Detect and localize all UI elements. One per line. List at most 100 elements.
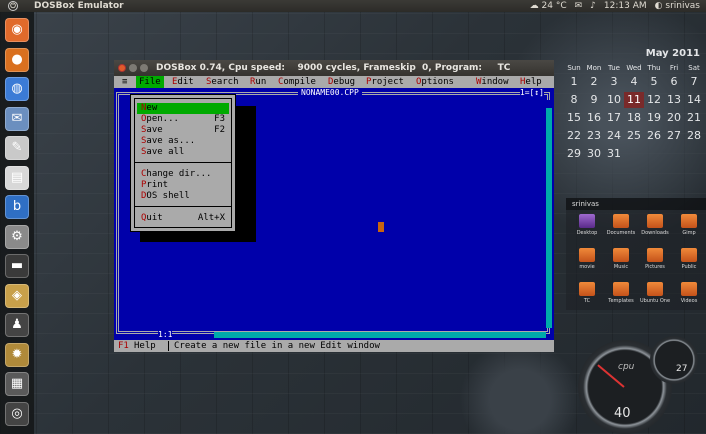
window-number[interactable]: 1=[↕] (519, 88, 544, 97)
launcher-item[interactable]: ⚙ (5, 224, 29, 249)
dosbox-titlebar[interactable]: DOSBox 0.74, Cpu speed: 9000 cycles, Fra… (114, 60, 554, 76)
launcher-item[interactable]: ✹ (5, 342, 29, 367)
horizontal-scrollbar[interactable] (214, 332, 546, 338)
calendar-day[interactable]: 24 (604, 128, 624, 144)
calendar-day[interactable]: 13 (664, 92, 684, 108)
calendar-day[interactable]: 19 (644, 110, 664, 126)
scroll-thumb[interactable] (546, 100, 552, 108)
calendar-day[interactable]: 16 (584, 110, 604, 126)
calendar-day[interactable]: 31 (604, 146, 624, 162)
folder-item[interactable]: Downloads (638, 214, 672, 244)
menu-options[interactable]: Options (416, 76, 454, 88)
help-hint[interactable]: Help (134, 340, 156, 352)
calendar-day[interactable]: 3 (604, 74, 624, 90)
folder-icon (681, 248, 697, 262)
folder-item[interactable]: Videos (672, 282, 706, 312)
calendar-day[interactable]: 2 (584, 74, 604, 90)
file-menu-dropdown: New Open... F3 Save F2 Save as... Save all Chan… (130, 94, 236, 232)
menu-run[interactable]: Run (250, 76, 266, 88)
folder-icon (647, 248, 663, 262)
launcher-item[interactable]: ▬ (5, 254, 29, 278)
close-button[interactable] (118, 64, 126, 72)
folder-label: Desktop (576, 230, 598, 236)
system-menu-icon[interactable]: ≡ (122, 76, 127, 88)
mail-icon[interactable]: ✉ (575, 0, 583, 12)
calendar-day[interactable]: 5 (644, 74, 664, 90)
launcher-item[interactable]: ◈ (5, 283, 29, 308)
volume-icon[interactable]: ♪ (590, 0, 596, 12)
weather-indicator[interactable]: ☁ 24 °C (530, 0, 567, 12)
file-menu-item-label: Save (141, 125, 163, 135)
menu-file[interactable]: File (136, 76, 164, 88)
menu-debug[interactable]: Debug (328, 76, 355, 88)
calendar-day[interactable]: 1 (564, 74, 584, 90)
launcher-item[interactable]: ✉ (5, 106, 29, 131)
file-menu-item[interactable]: Save all (137, 147, 229, 158)
launcher-item[interactable]: ✎ (5, 136, 29, 160)
folder-item[interactable]: Pictures (638, 248, 672, 278)
launcher-item[interactable]: ◎ (5, 401, 29, 426)
file-menu-item[interactable]: New (137, 103, 229, 114)
launcher-item[interactable]: ◍ (5, 77, 29, 101)
file-menu-item[interactable]: Quit Alt+X (137, 213, 229, 224)
menu-window[interactable]: Window (476, 76, 509, 88)
folder-item[interactable]: Templates (604, 282, 638, 312)
calendar-day[interactable]: 8 (564, 92, 584, 108)
minimize-button[interactable] (129, 64, 137, 72)
folder-item[interactable]: TC (570, 282, 604, 312)
calendar-day[interactable]: 10 (604, 92, 624, 108)
calendar-day[interactable]: 20 (664, 110, 684, 126)
calendar-day[interactable]: 30 (584, 146, 604, 162)
f1-key[interactable]: F1 (118, 340, 129, 352)
folder-item[interactable]: Music (604, 248, 638, 278)
maximize-button[interactable] (140, 64, 148, 72)
file-menu-item[interactable]: Save as... (137, 136, 229, 147)
menu-help[interactable]: Help (520, 76, 542, 88)
calendar-day[interactable]: 22 (564, 128, 584, 144)
clock[interactable]: 12:13 AM (604, 0, 647, 12)
user-menu[interactable]: ◐ srinivas (655, 0, 700, 12)
file-menu-item[interactable]: Print (137, 180, 229, 191)
calendar-day[interactable]: 4 (624, 74, 644, 90)
folder-item[interactable]: Documents (604, 214, 638, 244)
folder-item[interactable]: Gimp (672, 214, 706, 244)
calendar-day[interactable]: 27 (664, 128, 684, 144)
folder-item[interactable]: movie (570, 248, 604, 278)
launcher-item[interactable]: b (5, 195, 29, 219)
calendar-day[interactable]: 25 (624, 128, 644, 144)
calendar-day[interactable]: 17 (604, 110, 624, 126)
folder-label: movie (579, 264, 595, 270)
folder-item[interactable]: Public (672, 248, 706, 278)
calendar-day[interactable]: 14 (684, 92, 704, 108)
launcher-item[interactable]: ▤ (5, 165, 29, 190)
file-menu-item[interactable]: Save F2 (137, 125, 229, 136)
calendar-day[interactable]: 11 (624, 92, 644, 108)
file-menu-item[interactable]: Open... F3 (137, 114, 229, 125)
launcher-item[interactable]: ♟ (5, 313, 29, 337)
calendar-day[interactable]: 7 (684, 74, 704, 90)
file-menu-item[interactable]: Change dir... (137, 169, 229, 180)
folder-item[interactable]: Ubuntu One (638, 282, 672, 312)
menu-project[interactable]: Project (366, 76, 404, 88)
calendar-day[interactable]: 15 (564, 110, 584, 126)
launcher-item[interactable]: ● (5, 47, 29, 72)
menu-compile[interactable]: Compile (278, 76, 316, 88)
file-menu-item[interactable]: DOS shell (137, 191, 229, 202)
launcher-item[interactable]: ▦ (5, 372, 29, 396)
calendar-day[interactable]: 26 (644, 128, 664, 144)
calendar-day[interactable]: 9 (584, 92, 604, 108)
menu-search[interactable]: Search (206, 76, 239, 88)
calendar-day[interactable]: 18 (624, 110, 644, 126)
firefox-icon: ● (11, 51, 23, 67)
launcher-item[interactable]: ◉ (5, 18, 29, 42)
vertical-scrollbar[interactable] (546, 100, 552, 328)
calendar-day[interactable]: 23 (584, 128, 604, 144)
calendar-day[interactable]: 28 (684, 128, 704, 144)
calendar-day[interactable]: 29 (564, 146, 584, 162)
folder-item[interactable]: Desktop (570, 214, 604, 244)
power-icon[interactable]: ⏻ (8, 1, 18, 11)
calendar-day[interactable]: 21 (684, 110, 704, 126)
calendar-day[interactable]: 12 (644, 92, 664, 108)
calendar-day[interactable]: 6 (664, 74, 684, 90)
menu-edit[interactable]: Edit (172, 76, 194, 88)
